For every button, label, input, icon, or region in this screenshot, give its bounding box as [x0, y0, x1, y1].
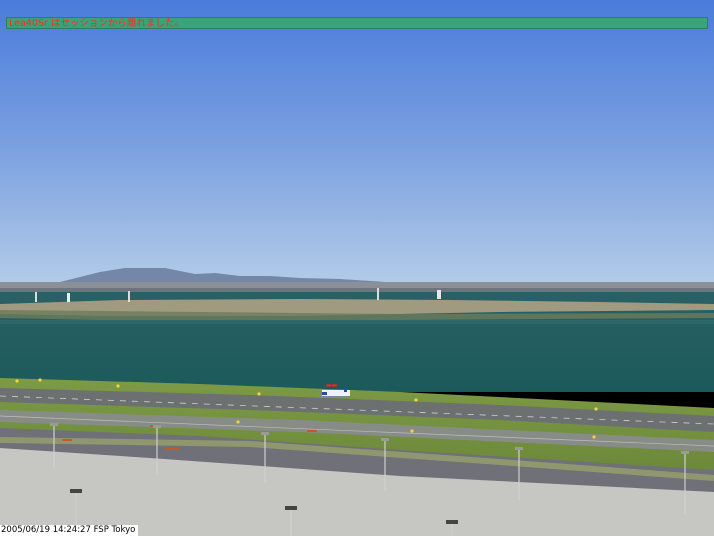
multiplayer-message-bar: Lea40Sr はセッションから離れました。 [6, 17, 708, 29]
message-text: Lea40Sr はセッションから離れました。 [9, 18, 184, 29]
sky [0, 0, 714, 284]
svg-text:▬▬: ▬▬ [326, 382, 338, 389]
flight-sim-viewport[interactable]: ▬▬ Lea40Sr はセッションから離れました。 2005/06/19 14:… [0, 0, 714, 536]
scenery-view: ▬▬ [0, 0, 714, 536]
screenshot-caption: 2005/06/19 14:24:27 FSP Tokyo [0, 525, 139, 536]
